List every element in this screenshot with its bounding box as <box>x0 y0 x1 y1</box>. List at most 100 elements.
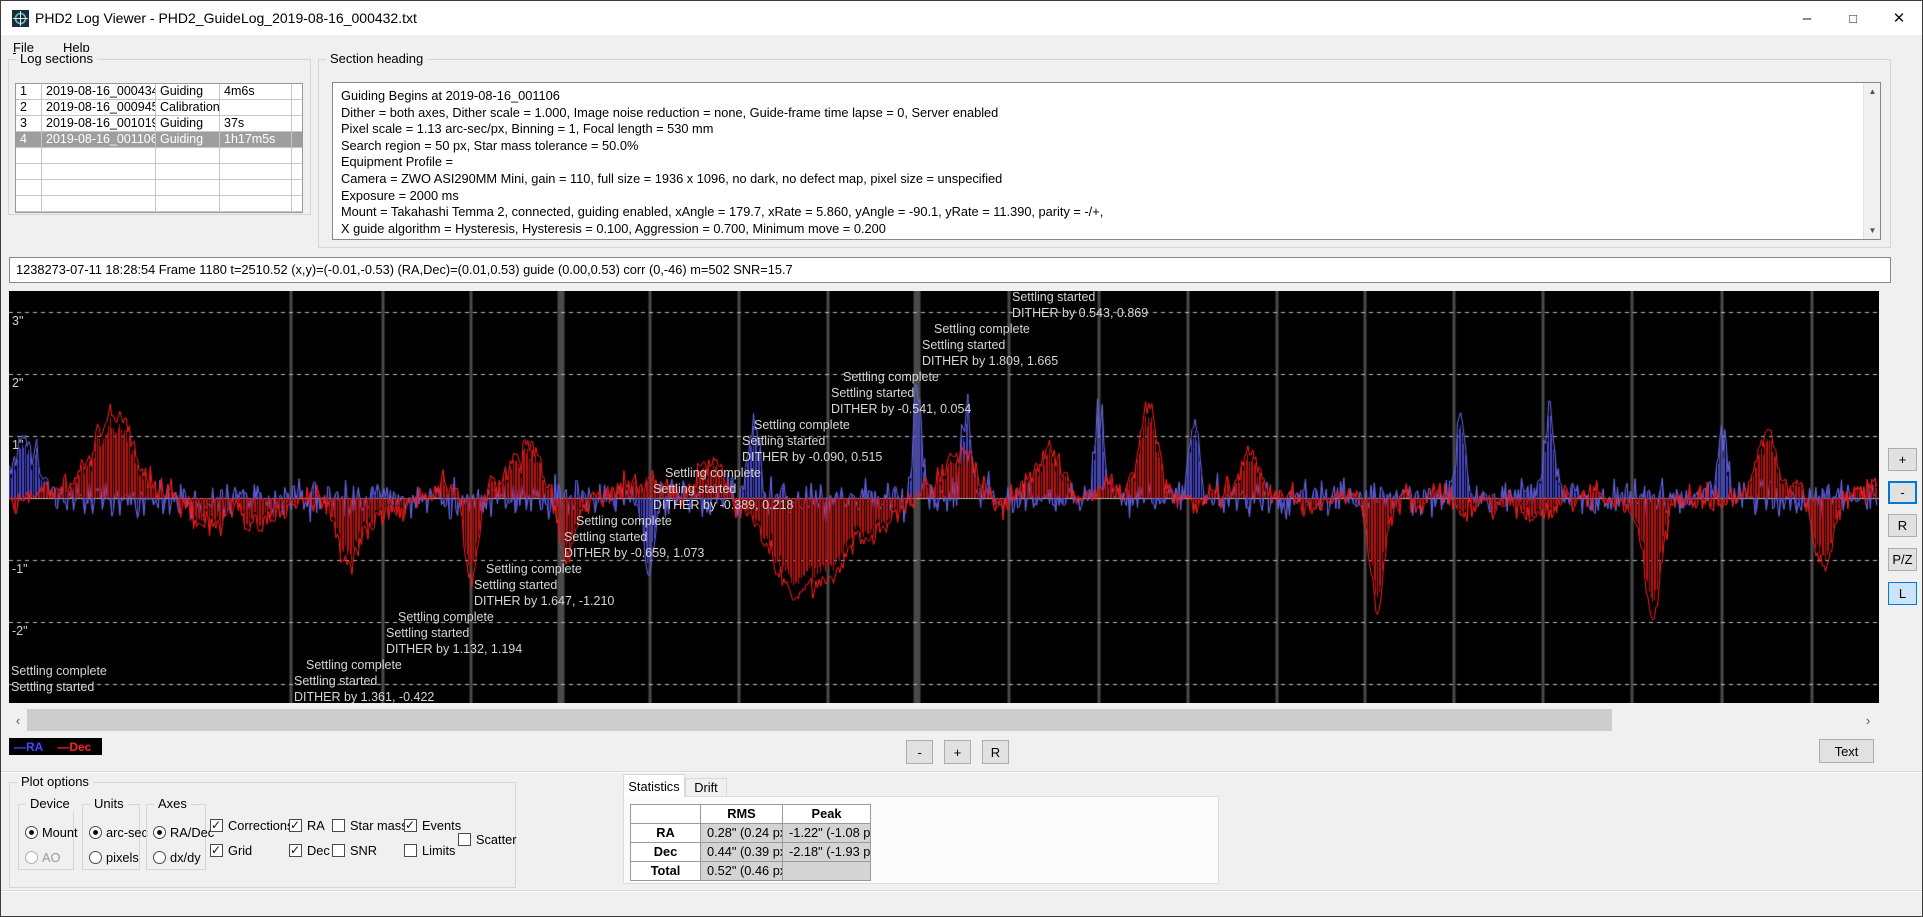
hscrollbar-thumb[interactable] <box>27 709 1612 731</box>
stats-peak-value <box>783 862 871 881</box>
y-axis-tick-label: 1" <box>12 438 24 452</box>
checkbox-label-events: Events <box>422 818 462 833</box>
checkbox-dec[interactable]: ✓ <box>289 843 302 857</box>
chart-side-button-r[interactable]: R <box>1888 514 1917 537</box>
title-bar: PHD2 Log Viewer - PHD2_GuideLog_2019-08-… <box>1 1 1922 36</box>
dither-annotation: Settling completeSettling startedDITHER … <box>742 417 882 465</box>
legend-dec: —Dec <box>57 739 92 754</box>
annotation-line: Settling started <box>11 680 95 694</box>
log-row[interactable]: 1 2019-08-16_000434 Guiding 4m6s <box>16 84 302 100</box>
log-sections-table[interactable]: 1 2019-08-16_000434 Guiding 4m6s 2 2019-08-16… <box>15 83 303 213</box>
checkbox-label-grid: Grid <box>228 843 253 858</box>
radio-dx-dy[interactable] <box>153 851 166 864</box>
annotation-line: Settling complete <box>934 322 1030 336</box>
stats-header-row: RMS Peak <box>631 805 871 824</box>
dither-annotation: Settling completeSettling startedDITHER … <box>564 513 704 561</box>
section-heading-line: Guiding Begins at 2019-08-16_001106 <box>341 88 560 103</box>
section-heading-textarea[interactable]: Guiding Begins at 2019-08-16_001106 Dithe… <box>332 82 1881 240</box>
section-heading-line: Mount = Takahashi Temma 2, connected, gu… <box>341 204 1104 220</box>
axes-group: Axes RA/Dec dx/dy <box>146 797 214 870</box>
annotation-line: DITHER by 1.132, 1.194 <box>386 642 523 656</box>
log-row-empty[interactable] <box>16 164 302 180</box>
device-label: Device <box>26 797 74 811</box>
checkbox-label-star-mass: Star mass <box>350 818 408 833</box>
menu-bar: File Help <box>1 37 1922 58</box>
section-heading-line: Camera = ZWO ASI290MM Mini, gain = 110, … <box>341 170 1003 186</box>
chart-side-button-l[interactable]: L <box>1888 582 1917 605</box>
radio-ao <box>25 851 38 864</box>
section-heading-scrollbar[interactable]: ▲ ▼ <box>1863 83 1880 239</box>
tab-statistics[interactable]: Statistics <box>623 774 685 797</box>
checkbox-label-limits: Limits <box>422 843 456 858</box>
statistics-table: RMSPeakRA0.28" (0.24 px)-1.22" (-1.08 px… <box>630 804 871 881</box>
dither-annotation: Settling completeSettling startedDITHER … <box>1012 291 1148 321</box>
stats-row: RA0.28" (0.24 px)-1.22" (-1.08 px) <box>631 824 871 843</box>
tab-drift[interactable]: Drift <box>685 778 727 797</box>
device-group: Device Mount AO <box>18 797 78 870</box>
log-row-empty[interactable] <box>16 180 302 196</box>
radio-pixels[interactable] <box>89 851 102 864</box>
annotation-line: Settling complete <box>306 658 402 672</box>
dither-annotation: Settling completeSettling startedDITHER … <box>922 321 1058 369</box>
log-row-empty[interactable] <box>16 148 302 164</box>
checkbox-limits[interactable] <box>404 844 417 857</box>
stats-header-cell: RMS <box>701 805 783 824</box>
maximize-button[interactable]: □ <box>1830 1 1876 35</box>
y-axis-tick-label: -1" <box>12 562 28 576</box>
chart-zoom-button-[interactable]: - <box>906 740 933 764</box>
radio-mount[interactable] <box>25 826 38 839</box>
annotation-line: Settling started <box>564 530 648 544</box>
frame-status-line: 1238273-07-11 18:28:54 Frame 1180 t=2510… <box>9 257 1891 283</box>
scroll-left-icon[interactable]: ‹ <box>9 709 27 731</box>
annotation-line: Settling started <box>922 338 1006 352</box>
chart-side-button-[interactable]: - <box>1888 481 1917 504</box>
chart-side-button-[interactable]: + <box>1888 448 1917 471</box>
annotation-line: Settling started <box>294 674 378 688</box>
checkbox-label-ra: RA <box>307 818 325 833</box>
chart-zoom-button-r[interactable]: R <box>982 740 1009 764</box>
checkbox-events[interactable]: ✓ <box>404 818 417 832</box>
close-button[interactable]: ✕ <box>1876 1 1922 35</box>
scroll-up-icon[interactable]: ▲ <box>1864 83 1880 100</box>
checkbox-star-mass[interactable] <box>332 819 345 832</box>
scroll-right-icon[interactable]: › <box>1859 709 1877 731</box>
radio-ra-dec[interactable] <box>153 826 166 839</box>
radio-label-arc-sec: arc-sec <box>106 825 148 840</box>
log-sections-label: Log sections <box>16 52 97 66</box>
checkbox-snr[interactable] <box>332 844 345 857</box>
radio-arc-sec[interactable] <box>89 826 102 839</box>
log-row-empty[interactable] <box>16 196 302 212</box>
log-row[interactable]: 3 2019-08-16_001019 Guiding 37s <box>16 116 302 132</box>
stats-row-label: RA <box>631 824 701 843</box>
annotation-line: DITHER by 1.361, -0.422 <box>294 690 435 703</box>
chart-hscrollbar[interactable]: ‹ › <box>9 709 1879 731</box>
radio-label-ra-dec: RA/Dec <box>170 825 215 840</box>
log-row[interactable]: 4 2019-08-16_001106 Guiding 1h17m5s <box>16 132 302 148</box>
section-heading-line: Y guide algorithm = Resist Switch, Minim… <box>341 237 1856 239</box>
stats-rms-value: 0.52" (0.46 px) <box>701 862 783 881</box>
plot-options-group: Plot options Device Mount AO Units arc-se… <box>9 775 517 888</box>
chart-side-button-p-z[interactable]: P/Z <box>1888 548 1917 571</box>
section-heading-line: Exposure = 2000 ms <box>341 187 459 203</box>
guide-chart[interactable]: 3" 2" 1" -1" -2" Settling complete Settling s… <box>9 291 1879 703</box>
log-row[interactable]: 2 2019-08-16_000945 Calibration <box>16 100 302 116</box>
checkbox-scatter[interactable] <box>458 833 471 846</box>
section-heading-text: Guiding Begins at 2019-08-16_001106 Dithe… <box>341 88 1856 239</box>
app-icon <box>12 10 29 27</box>
stats-header-cell: Peak <box>783 805 871 824</box>
radio-label-ao: AO <box>42 850 61 865</box>
stats-rms-value: 0.44" (0.39 px) <box>701 843 783 862</box>
checkbox-corrections[interactable]: ✓ <box>210 818 223 832</box>
chart-zoom-button-[interactable]: + <box>944 740 971 764</box>
plot-options-label: Plot options <box>17 775 93 789</box>
scroll-down-icon[interactable]: ▼ <box>1864 222 1880 239</box>
y-axis-tick-label: 3" <box>12 314 24 328</box>
checkmark-icon: ✓ <box>211 843 222 857</box>
text-button[interactable]: Text <box>1819 739 1874 763</box>
log-sections-group: Log sections 1 2019-08-16_000434 Guiding 4m… <box>8 52 311 215</box>
minimize-button[interactable]: – <box>1784 1 1830 35</box>
checkbox-grid[interactable]: ✓ <box>210 843 223 857</box>
checkbox-label-corrections: Corrections <box>228 818 294 833</box>
checkbox-ra[interactable]: ✓ <box>289 818 302 832</box>
annotation-line: Settling complete <box>665 466 761 480</box>
